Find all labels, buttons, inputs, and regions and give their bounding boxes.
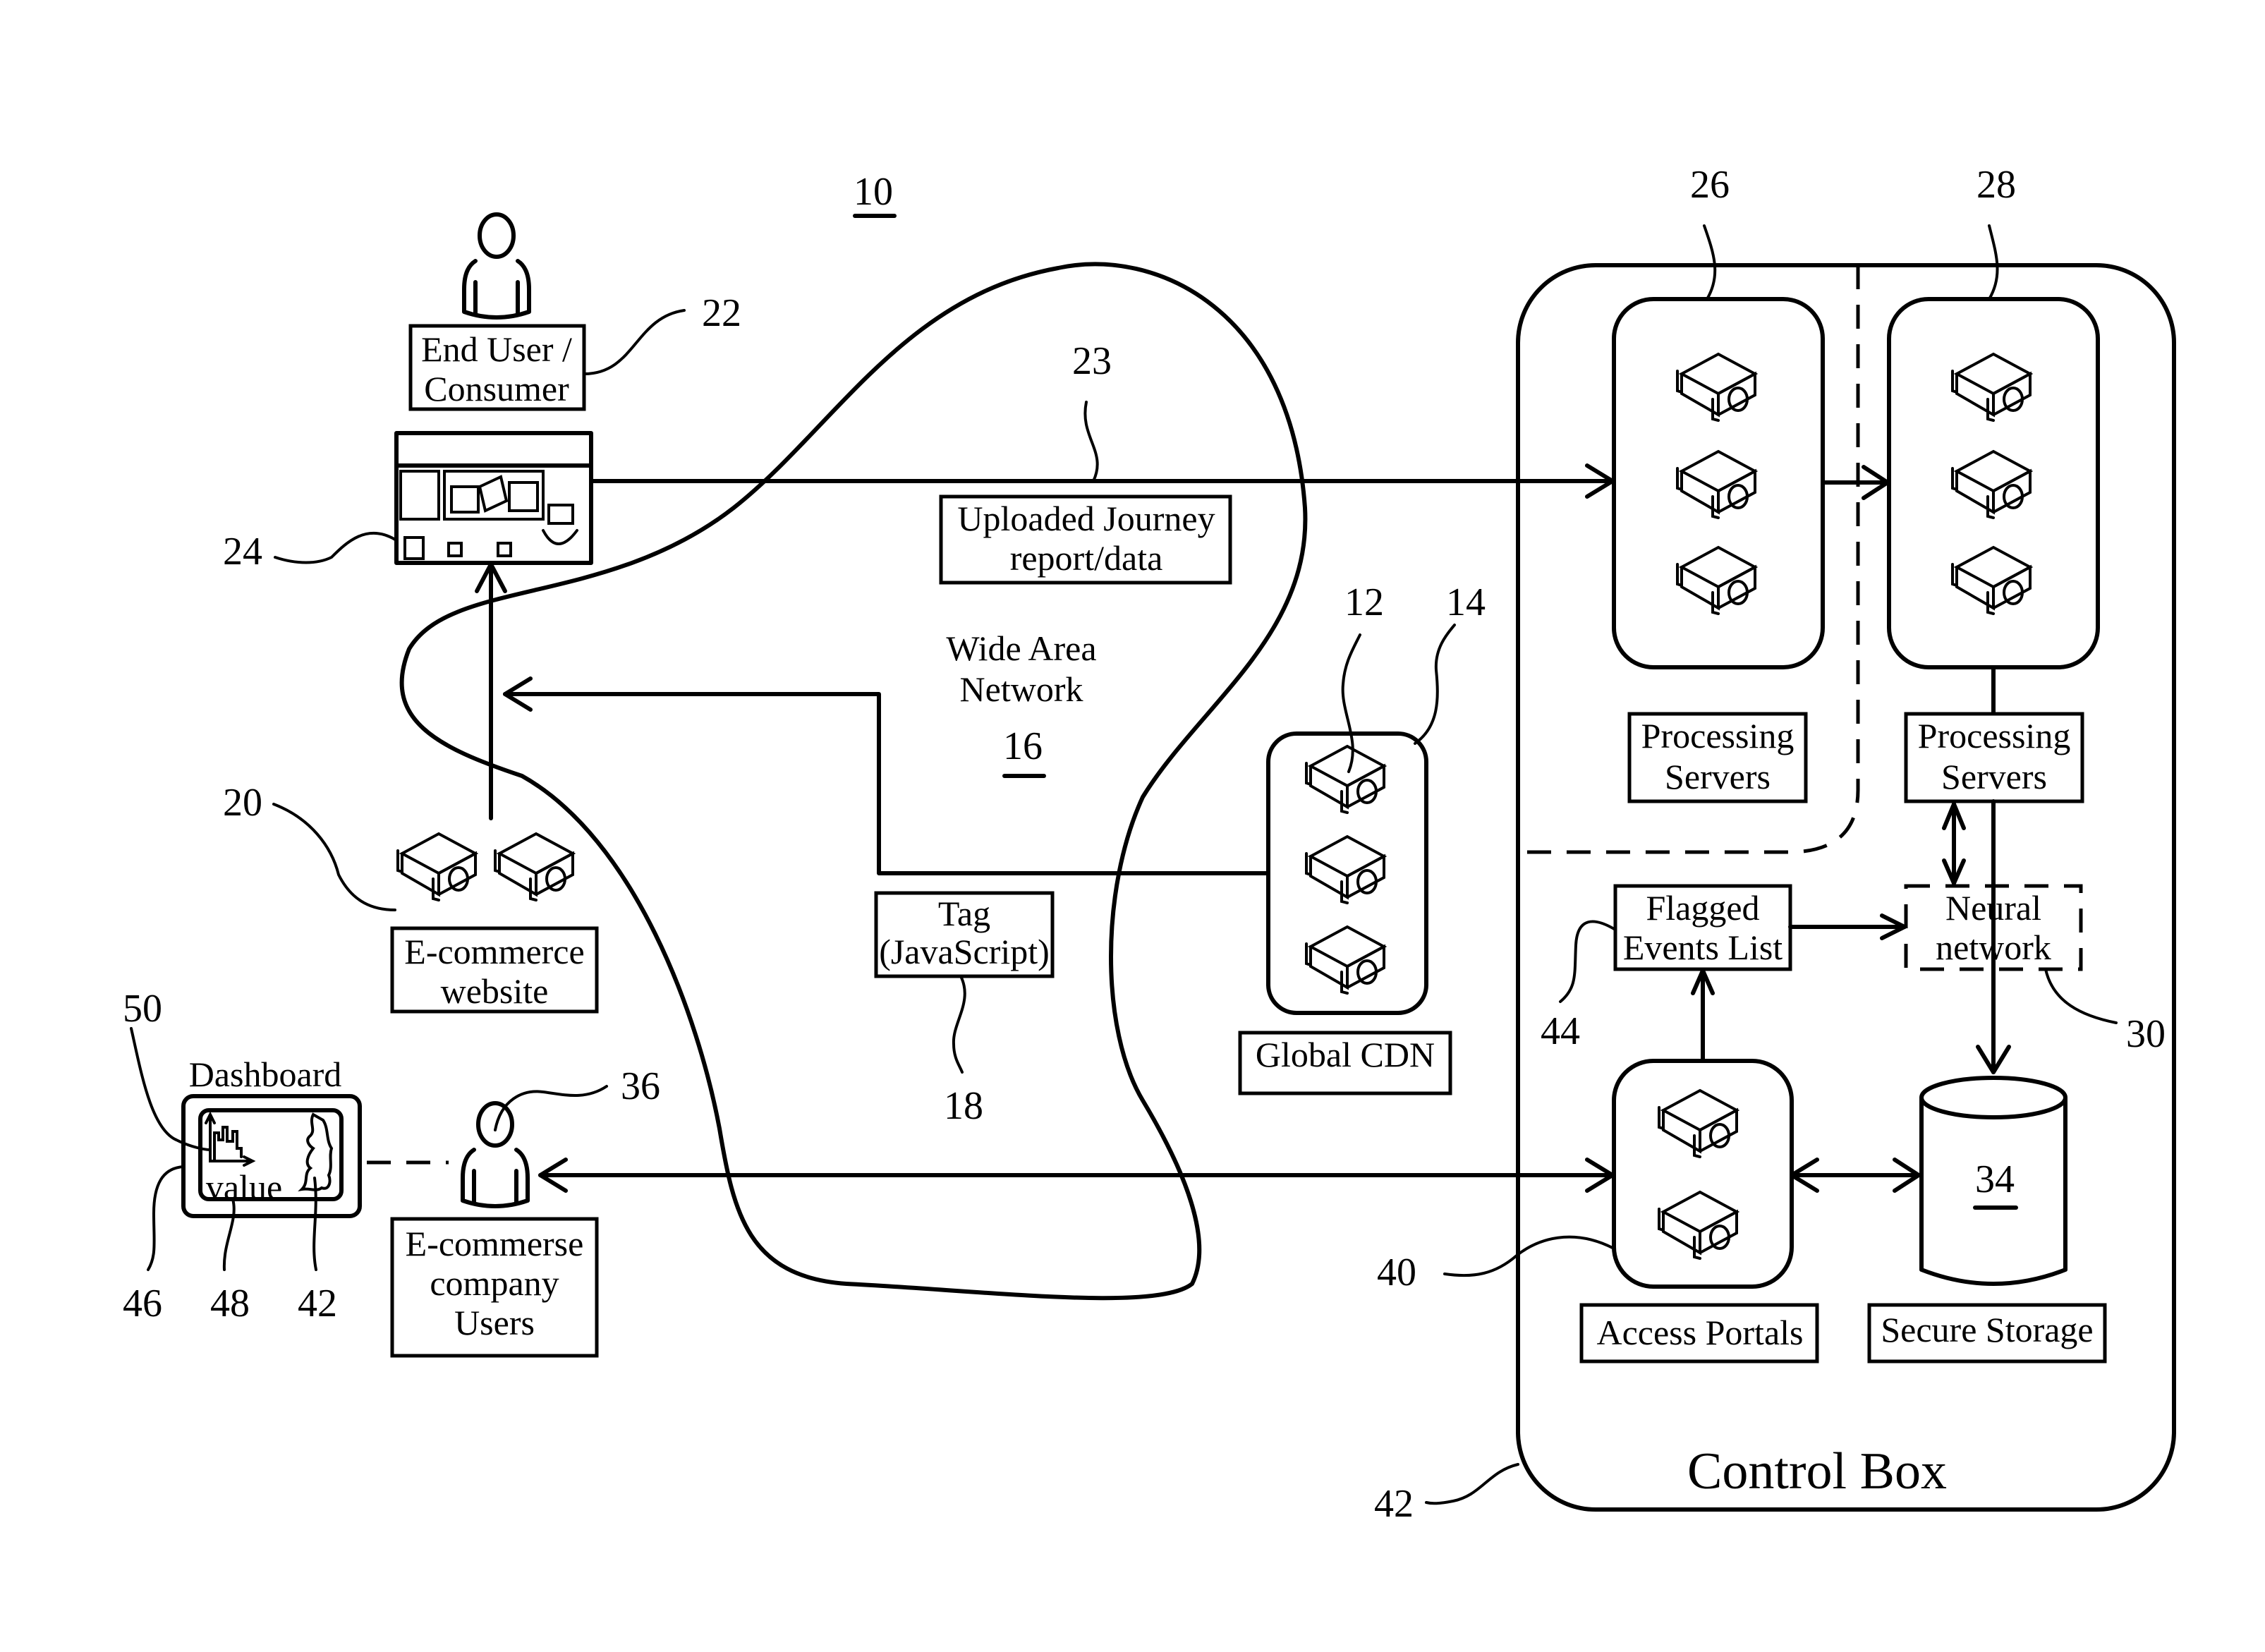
leader-22 xyxy=(583,309,686,375)
ref-tag: 18 xyxy=(944,1084,983,1128)
ref-dashboard-chart: 50 xyxy=(123,987,162,1031)
leader-40 xyxy=(1443,1235,1615,1277)
upload-line2: report/data xyxy=(1010,538,1163,578)
end-user-line1: End User / xyxy=(421,329,572,369)
ref-dashboard-value: 48 xyxy=(210,1282,250,1325)
company-user-person-icon xyxy=(463,1103,528,1206)
portal-server-icon-2 xyxy=(1658,1191,1738,1260)
company-users-line3: Users xyxy=(454,1303,535,1342)
leader-26 xyxy=(1703,224,1717,300)
ref-wan: 16 xyxy=(1003,724,1043,768)
control-box-label: Control Box xyxy=(1687,1443,1947,1500)
ref-dashboard-map: 42 xyxy=(298,1282,337,1325)
ref-upload: 23 xyxy=(1072,339,1112,383)
upload-line1: Uploaded Journey xyxy=(957,499,1215,538)
leader-46 xyxy=(147,1165,185,1271)
wan-cloud-outline xyxy=(399,262,1308,1301)
ref-flagged: 44 xyxy=(1541,1009,1580,1053)
wan-label-line2: Network xyxy=(960,669,1083,709)
processing-2-line1: Processing xyxy=(1918,716,2071,755)
leader-42-map xyxy=(312,1177,317,1271)
portals-label: Access Portals xyxy=(1597,1313,1804,1352)
website-line2: website xyxy=(441,971,549,1011)
leader-48 xyxy=(222,1198,236,1271)
leader-23 xyxy=(1083,401,1099,482)
leader-14 xyxy=(1414,624,1456,745)
dashboard-map-icon xyxy=(298,1112,334,1191)
ref-storage: 34 xyxy=(1975,1158,2015,1201)
flagged-line2: Events List xyxy=(1623,928,1783,967)
processing-2-line2: Servers xyxy=(1941,757,2047,796)
flagged-line1: Flagged xyxy=(1646,888,1759,928)
website-line1: E-commerce xyxy=(404,932,584,971)
cdn-server-icon-1 xyxy=(1305,745,1385,814)
end-user-person-icon xyxy=(464,214,529,317)
leader-44 xyxy=(1559,920,1617,1003)
wan-label-line1: Wide Area xyxy=(946,628,1096,668)
patent-figure: 10 Wide Area Network 16 End User / Consu… xyxy=(0,0,2265,1648)
leader-20 xyxy=(272,803,396,911)
company-users-line2: company xyxy=(430,1263,559,1303)
storage-label: Secure Storage xyxy=(1881,1310,2093,1349)
cdn-server-icon-2 xyxy=(1305,835,1385,904)
leader-24 xyxy=(274,531,398,564)
cdn-server-icon-3 xyxy=(1305,925,1385,995)
dashboard-value-text: value xyxy=(206,1167,282,1207)
processing-1-line1: Processing xyxy=(1641,716,1795,755)
ref-cdn-box: 14 xyxy=(1446,581,1486,624)
ref-portals: 40 xyxy=(1377,1251,1416,1294)
tag-line1: Tag xyxy=(938,894,990,933)
tag-line2: (JavaScript) xyxy=(879,932,1050,971)
ref-system: 10 xyxy=(854,170,893,214)
portal-server-icon-1 xyxy=(1658,1089,1738,1158)
website-server-icon-1 xyxy=(396,832,477,901)
leader-18 xyxy=(952,975,966,1074)
processing-1-server-icon-1 xyxy=(1676,353,1756,422)
company-users-line1: E-commerse xyxy=(406,1224,584,1263)
ref-processing-2: 28 xyxy=(1976,163,2016,207)
website-server-icon-2 xyxy=(494,832,574,901)
leader-42-control-box xyxy=(1425,1463,1519,1505)
dashboard-chart-icon xyxy=(205,1111,256,1167)
dashboard-title: Dashboard xyxy=(189,1055,342,1094)
browser-window-icon xyxy=(394,431,593,565)
ref-processing-1: 26 xyxy=(1690,163,1730,207)
processing-2-server-icon-1 xyxy=(1951,353,2032,422)
processing-2-server-icon-2 xyxy=(1951,450,2032,519)
ref-neural: 30 xyxy=(2126,1012,2166,1056)
leader-28 xyxy=(1988,224,1999,300)
leader-30 xyxy=(2044,968,2118,1024)
ref-control-box: 42 xyxy=(1374,1482,1414,1526)
ref-browser: 24 xyxy=(223,530,262,573)
processing-1-server-icon-3 xyxy=(1676,546,1756,615)
processing-1-line2: Servers xyxy=(1665,757,1771,796)
cdn-label: Global CDN xyxy=(1256,1035,1435,1074)
ref-website: 20 xyxy=(223,781,262,825)
ref-end-user: 22 xyxy=(702,291,741,335)
processing-2-server-icon-3 xyxy=(1951,546,2032,615)
end-user-line2: Consumer xyxy=(424,369,569,408)
ref-company-users: 36 xyxy=(621,1064,660,1108)
ref-cdn-server: 12 xyxy=(1344,581,1384,624)
processing-1-server-icon-2 xyxy=(1676,450,1756,519)
ref-dashboard-screen: 46 xyxy=(123,1282,162,1325)
